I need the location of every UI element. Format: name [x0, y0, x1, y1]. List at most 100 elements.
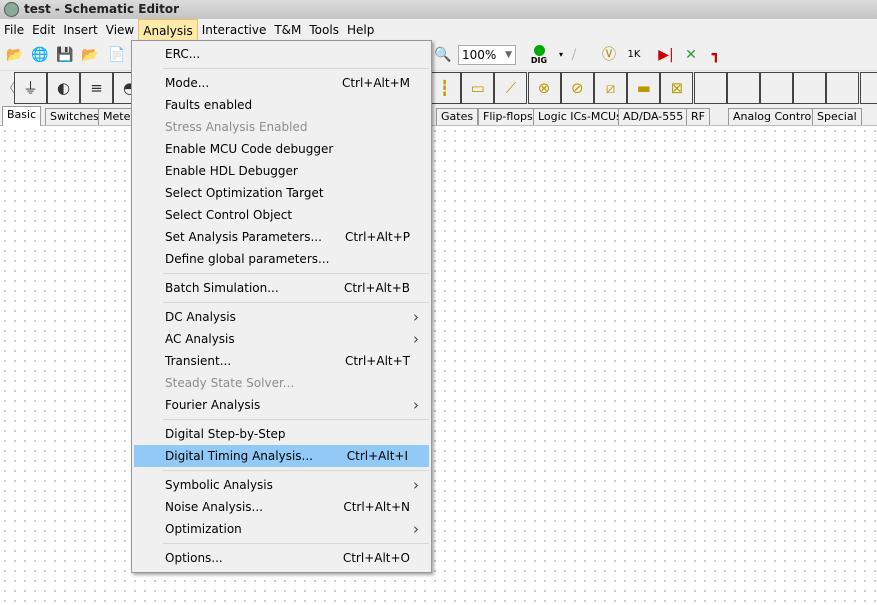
menu-item-digital-step-by-step[interactable]: Digital Step-by-Step — [132, 423, 431, 445]
tab-special[interactable]: Special — [812, 108, 862, 125]
menu-item-label: Mode... — [165, 76, 210, 90]
menu-item-shortcut: Ctrl+Alt+T — [344, 354, 410, 368]
menu-edit[interactable]: Edit — [28, 19, 59, 41]
diode-icon[interactable]: ▶| — [655, 44, 677, 66]
menu-separator — [132, 540, 431, 547]
empty-icon[interactable] — [859, 72, 877, 104]
chevron-right-icon: › — [413, 396, 419, 414]
empty-icon[interactable] — [726, 72, 760, 104]
menu-item-label: Digital Timing Analysis... — [165, 449, 313, 463]
menu-item-label: AC Analysis — [165, 332, 235, 346]
window-title: test - Schematic Editor — [24, 2, 180, 16]
chevron-right-icon: › — [413, 308, 419, 326]
menu-item-enable-hdl-debugger[interactable]: Enable HDL Debugger — [132, 160, 431, 182]
menu-item-label: Select Optimization Target — [165, 186, 324, 200]
resistor-bar-icon[interactable]: ▭ — [461, 72, 495, 104]
menu-item-label: Set Analysis Parameters... — [165, 230, 322, 244]
menu-item-define-global-parameters[interactable]: Define global parameters... — [132, 248, 431, 270]
menu-item-label: DC Analysis — [165, 310, 236, 324]
zoom-in-icon[interactable]: 🔍 — [432, 44, 454, 66]
menu-insert[interactable]: Insert — [59, 19, 101, 41]
voltmeter-icon[interactable]: Ⓥ — [598, 44, 620, 66]
title-bar: test - Schematic Editor — [0, 0, 877, 19]
menu-separator — [132, 467, 431, 474]
ground-icon[interactable]: ⏚ — [14, 72, 47, 104]
menu-item-label: Define global parameters... — [165, 252, 330, 266]
tab-ad-da-555[interactable]: AD/DA-555 — [618, 108, 689, 125]
pin-icon[interactable]: ┓ — [705, 44, 727, 66]
fuse-icon[interactable]: ▬ — [627, 72, 661, 104]
menu-item-label: Steady State Solver... — [165, 376, 295, 390]
tab-flip-flops[interactable]: Flip-flops — [478, 108, 538, 125]
menu-view[interactable]: View — [102, 19, 138, 41]
menu-item-transient[interactable]: Transient... Ctrl+Alt+T — [132, 350, 431, 372]
chevron-right-icon: › — [413, 520, 419, 538]
open-web-icon[interactable]: 🌐 — [29, 44, 51, 66]
tab-basic[interactable]: Basic — [2, 106, 42, 126]
led-icon[interactable]: ✕ — [680, 44, 702, 66]
menu-item-ac-analysis[interactable]: AC Analysis › — [132, 328, 431, 350]
menu-item-shortcut: Ctrl+Alt+I — [346, 449, 408, 463]
tab-gates[interactable]: Gates — [436, 108, 479, 125]
menu-item-mode[interactable]: Mode... Ctrl+Alt+M — [132, 72, 431, 94]
menu-item-symbolic-analysis[interactable]: Symbolic Analysis › — [132, 474, 431, 496]
motor-icon[interactable]: ⊘ — [560, 72, 594, 104]
resistor-value-icon[interactable]: 1K — [623, 44, 645, 66]
copy-icon[interactable]: 📄 — [106, 44, 128, 66]
menu-item-faults-enabled[interactable]: Faults enabled — [132, 94, 431, 116]
menu-item-digital-timing-analysis[interactable]: Digital Timing Analysis... Ctrl+Alt+I — [134, 445, 429, 467]
open-recent-icon[interactable]: 📂 — [79, 44, 101, 66]
menu-item-label: Options... — [165, 551, 223, 565]
dig-label: DIG — [530, 56, 548, 65]
menu-item-select-control-object[interactable]: Select Control Object — [132, 204, 431, 226]
app-icon — [4, 2, 19, 17]
impedance-icon[interactable]: ⊠ — [660, 72, 694, 104]
tab-rf[interactable]: RF — [686, 108, 710, 125]
menu-item-enable-mcu-code-debugger[interactable]: Enable MCU Code debugger — [132, 138, 431, 160]
menu-item-select-optimization-target[interactable]: Select Optimization Target — [132, 182, 431, 204]
menu-file[interactable]: File — [0, 19, 28, 41]
menu-item-optimization[interactable]: Optimization › — [132, 518, 431, 540]
empty-icon[interactable] — [826, 72, 860, 104]
empty-icon[interactable] — [760, 72, 793, 104]
zoom-select[interactable]: 100% ▼ — [458, 45, 516, 65]
probe-icon[interactable]: / — [563, 44, 585, 66]
analysis-menu: ERC... Mode... Ctrl+Alt+M Faults enabled Str… — [131, 40, 432, 573]
zoom-value: 100% — [462, 48, 497, 62]
menu-tools[interactable]: Tools — [305, 19, 343, 41]
menu-interactive[interactable]: Interactive — [198, 19, 271, 41]
open-icon[interactable]: 📂 — [4, 44, 26, 66]
menu-item-label: Optimization — [165, 522, 242, 536]
digital-mode-button[interactable]: DIG — [526, 44, 552, 66]
menu-item-noise-analysis[interactable]: Noise Analysis... Ctrl+Alt+N — [132, 496, 431, 518]
menu-analysis[interactable]: Analysis — [138, 19, 198, 41]
menu-item-label: Batch Simulation... — [165, 281, 279, 295]
menu-item-fourier-analysis[interactable]: Fourier Analysis › — [132, 394, 431, 416]
thermistor-icon[interactable]: ⧄ — [594, 72, 627, 104]
menu-item-shortcut: Ctrl+Alt+O — [342, 551, 410, 565]
empty-icon[interactable] — [693, 72, 727, 104]
menu-item-erc[interactable]: ERC... — [132, 43, 431, 65]
lamp-icon[interactable]: ⊗ — [527, 72, 561, 104]
save-icon[interactable]: 💾 — [54, 44, 76, 66]
chevron-right-icon: › — [413, 330, 419, 348]
menu-help[interactable]: Help — [343, 19, 378, 41]
menu-tm[interactable]: T&M — [270, 19, 305, 41]
tab-logic-ics-mcus[interactable]: Logic ICs-MCUs — [533, 108, 627, 125]
menu-item-label: Enable MCU Code debugger — [165, 142, 334, 156]
component-icon[interactable]: ┇ — [428, 72, 461, 104]
menu-item-shortcut: Ctrl+Alt+B — [344, 281, 410, 295]
empty-icon[interactable] — [793, 72, 827, 104]
menu-item-set-analysis-parameters[interactable]: Set Analysis Parameters... Ctrl+Alt+P — [132, 226, 431, 248]
menu-item-dc-analysis[interactable]: DC Analysis › — [132, 306, 431, 328]
menu-item-options[interactable]: Options... Ctrl+Alt+O — [132, 547, 431, 569]
switch-icon[interactable]: ⟋ — [494, 72, 528, 104]
green-dot-icon — [533, 45, 545, 56]
battery-icon[interactable]: ≡ — [80, 72, 113, 104]
menu-item-batch-simulation[interactable]: Batch Simulation... Ctrl+Alt+B — [132, 277, 431, 299]
tab-analog-control[interactable]: Analog Control — [728, 108, 820, 125]
tab-switches[interactable]: Switches — [45, 108, 104, 125]
menu-separator — [132, 270, 431, 277]
menu-item-label: Symbolic Analysis — [165, 478, 273, 492]
current-source-icon[interactable]: ◐ — [47, 72, 80, 104]
